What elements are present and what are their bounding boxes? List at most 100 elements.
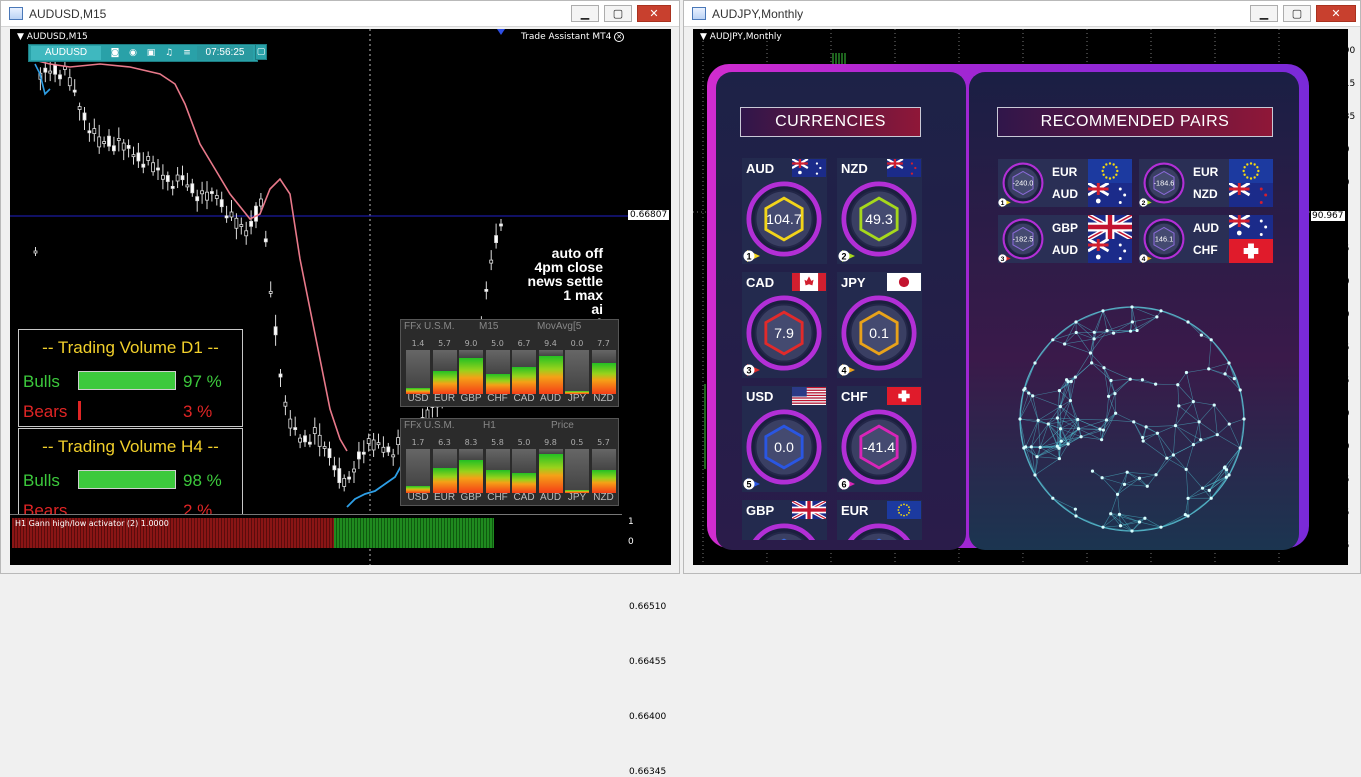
eu-flag-icon: [887, 501, 921, 519]
flag-part: [908, 512, 910, 514]
au-flag-icon: [1088, 239, 1132, 263]
candle-body: [362, 452, 365, 454]
strength-value: 7.7: [591, 339, 617, 348]
save-icon[interactable]: ▣: [143, 46, 159, 60]
globe-node: [1033, 361, 1036, 364]
strength-value: 9.0: [458, 339, 484, 348]
globe-node: [1131, 320, 1134, 323]
globe-node: [1057, 447, 1060, 450]
bell-icon[interactable]: ♫: [161, 46, 177, 60]
globe-node: [1145, 425, 1148, 428]
currency-card[interactable]: CAD7.93: [742, 272, 827, 378]
globe-link: [1076, 332, 1090, 353]
candle-body: [166, 176, 169, 182]
flag-part: [1237, 231, 1242, 236]
eu-flag-icon: [1229, 159, 1273, 183]
eye-icon[interactable]: ◉: [125, 46, 141, 60]
currency-card[interactable]: GBP: [742, 500, 827, 540]
globe-node: [1018, 417, 1021, 420]
globe-link: [1175, 426, 1193, 445]
flag-part: [1115, 174, 1117, 176]
strength-bar-fill: [592, 363, 616, 394]
currency-card[interactable]: JPY0.14: [837, 272, 922, 378]
flag-part: [1250, 162, 1252, 164]
minimize-button[interactable]: ▁: [571, 5, 599, 22]
rank-number: 3: [1001, 256, 1005, 263]
currency-card[interactable]: EUR: [837, 500, 922, 540]
globe-link: [1094, 311, 1103, 339]
strength-gauge: 7.9: [746, 295, 822, 371]
globe-node: [1056, 416, 1059, 419]
flag-part: [1243, 166, 1245, 168]
globe-node: [1146, 485, 1149, 488]
globe-node: [1174, 424, 1177, 427]
title-bar[interactable]: AUDUSD,M15 ▁ ▢ ✕: [1, 1, 679, 27]
rank-badge: 5: [743, 476, 761, 490]
pair-base: GBP: [1052, 221, 1078, 235]
currency-card[interactable]: AUD104.71: [742, 158, 827, 264]
maximize-button[interactable]: ▢: [604, 5, 632, 22]
strength-value: 9.4: [538, 339, 564, 348]
window-title: AUDJPY,Monthly: [712, 7, 803, 21]
candle-body: [220, 200, 223, 207]
currency-flag: [792, 501, 826, 519]
pair-card[interactable]: -240.01EURAUD: [998, 159, 1132, 207]
flag-part: [1102, 174, 1104, 176]
strength-bar-bg: [486, 449, 510, 470]
globe-link: [1173, 426, 1175, 455]
candle-body: [186, 185, 189, 187]
camera-icon[interactable]: ◙: [107, 46, 123, 60]
flag-part: [1229, 220, 1250, 223]
pair-card[interactable]: -184.62EURNZD: [1139, 159, 1273, 207]
pair-quote: AUD: [1052, 187, 1078, 201]
title-bar[interactable]: AUDJPY,Monthly ▁ ▢ ✕: [684, 1, 1360, 27]
bulls-percent: 97 %: [183, 372, 222, 392]
rank-arrow-icon: 3: [998, 253, 1012, 264]
bears-percent: 3 %: [183, 402, 212, 422]
globe-node: [1101, 526, 1104, 529]
candle-body: [181, 176, 184, 180]
minimize-button[interactable]: ▁: [1250, 5, 1278, 22]
strength-bar-fill: [486, 374, 510, 394]
globe-link: [1068, 437, 1081, 444]
flag-part: [792, 401, 826, 402]
globe-link: [1193, 402, 1214, 405]
currency-card[interactable]: CHF-41.46: [837, 386, 922, 492]
candle-body: [338, 469, 341, 483]
price-tick: 0.66675: [629, 437, 666, 447]
toolbar-symbol[interactable]: AUDUSD: [31, 46, 101, 60]
pair-flag-top: [1229, 159, 1273, 183]
globe-node: [1119, 524, 1122, 527]
trade-toolbar: AUDUSD ◙ ◉ ▣ ♫ ≡ 07:56:25 ▢: [28, 44, 258, 62]
close-button[interactable]: ✕: [1316, 5, 1356, 22]
strength-header-name: FFx U.S.M.: [404, 420, 455, 433]
window-toggle-icon[interactable]: ▢: [255, 44, 267, 60]
flag-part: [900, 514, 902, 516]
gauge-wrap: -41.4: [841, 409, 917, 485]
globe-node: [1213, 403, 1216, 406]
gann-activator-subwindow[interactable]: H1 Gann high/low activator (2) 1.0000: [10, 514, 622, 548]
strength-bar-fill: [459, 460, 483, 493]
flag-part: [1112, 176, 1114, 178]
currency-card[interactable]: USD0.05: [742, 386, 827, 492]
pair-card[interactable]: 146.14AUDCHF: [1139, 215, 1273, 263]
strength-bar-fill: [486, 470, 510, 493]
currency-strength-h1-panel: FFx U.S.M. H1 Price 1.7USD6.3EUR8.3GBP5.…: [400, 418, 619, 506]
globe-node: [1129, 330, 1132, 333]
globe-link: [1186, 369, 1208, 373]
menu-icon[interactable]: ≡: [179, 46, 195, 60]
currency-card[interactable]: NZD49.32: [837, 158, 922, 264]
globe-link: [1075, 363, 1091, 377]
candle-body: [495, 236, 498, 243]
globe-node: [1059, 427, 1062, 430]
pair-card[interactable]: -182.53GBPAUD: [998, 215, 1132, 263]
strength-bar-fill: [433, 468, 457, 493]
globe-link: [1053, 498, 1076, 516]
strength-currency: JPY: [564, 492, 590, 503]
currencies-header: CURRENCIES: [740, 107, 921, 137]
close-button[interactable]: ✕: [637, 5, 671, 22]
maximize-button[interactable]: ▢: [1283, 5, 1311, 22]
globe-node: [1201, 487, 1204, 490]
globe-node: [1116, 493, 1119, 496]
currency-flag: [792, 273, 826, 291]
